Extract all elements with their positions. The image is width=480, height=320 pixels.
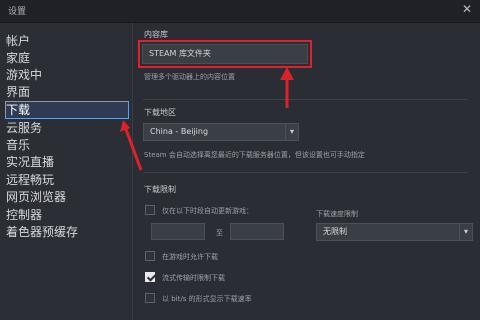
settings-window: 设置 ✕ 帐户 家庭 游戏中 界面 下载 云服务 音乐 实况直播 远程畅玩 网页… <box>0 0 480 320</box>
window-title: 设置 <box>8 7 27 17</box>
library-heading: 内容库 <box>144 30 168 39</box>
red-arrow-icon <box>120 120 143 171</box>
sidebar-item-shader-cache[interactable]: 着色器预缓存 <box>6 224 128 240</box>
sidebar-item-cloud[interactable]: 云服务 <box>6 120 128 136</box>
to-label: 至 <box>216 229 223 237</box>
sidebar-item-music[interactable]: 音乐 <box>6 137 128 153</box>
title-bar: 设置 ✕ <box>0 0 480 23</box>
bandwidth-value: 无限制 <box>323 227 347 236</box>
allow-in-game-label: 在游戏时允许下载 <box>162 253 218 261</box>
sidebar-item-downloads[interactable]: 下载 <box>5 101 129 119</box>
sidebar-item-family[interactable]: 家庭 <box>6 50 128 66</box>
start-time-input[interactable] <box>151 223 205 240</box>
restrictions-heading: 下载限制 <box>144 185 176 194</box>
show-bits-label: 以 bit/s 的形式显示下载速率 <box>162 295 252 303</box>
throttle-streaming-label: 流式传输时限制下载 <box>162 274 225 282</box>
download-region-value: China - Beijing <box>150 127 209 136</box>
region-description: Steam 会自动选择离您最近的下载服务器位置，但该设置也可手动指定 <box>144 151 365 159</box>
only-between-checkbox[interactable] <box>145 205 155 215</box>
end-time-input[interactable] <box>230 223 284 240</box>
red-arrow-icon <box>280 67 294 108</box>
chevron-down-icon: ▾ <box>459 224 472 240</box>
downloads-panel: 内容库 STEAM 库文件夹 管理多个驱动器上的内容位置 下载地区 China … <box>133 23 480 320</box>
sidebar-item-controller[interactable]: 控制器 <box>6 207 128 223</box>
bandwidth-label: 下载速度限制 <box>316 210 358 218</box>
sidebar-item-interface[interactable]: 界面 <box>6 84 128 100</box>
bandwidth-select[interactable]: 无限制 ▾ <box>316 223 473 241</box>
library-description: 管理多个驱动器上的内容位置 <box>144 73 235 81</box>
download-region-select[interactable]: China - Beijing ▾ <box>143 123 299 141</box>
settings-sidebar: 帐户 家庭 游戏中 界面 下载 云服务 音乐 实况直播 远程畅玩 网页浏览器 控… <box>0 23 133 320</box>
only-between-label: 仅在以下时段自动更新游戏： <box>162 207 253 215</box>
divider <box>143 99 468 100</box>
close-icon[interactable]: ✕ <box>460 2 474 16</box>
highlight-box <box>138 40 312 68</box>
region-heading: 下载地区 <box>144 108 176 117</box>
chevron-down-icon: ▾ <box>285 124 298 140</box>
divider <box>143 172 468 173</box>
allow-in-game-checkbox[interactable] <box>145 251 155 261</box>
show-bits-checkbox[interactable] <box>145 293 155 303</box>
sidebar-item-web-browser[interactable]: 网页浏览器 <box>6 189 128 205</box>
sidebar-item-in-game[interactable]: 游戏中 <box>6 67 128 83</box>
sidebar-item-remote-play[interactable]: 远程畅玩 <box>6 172 128 188</box>
sidebar-item-broadcasting[interactable]: 实况直播 <box>6 154 128 170</box>
throttle-streaming-checkbox[interactable] <box>145 272 155 282</box>
sidebar-item-account[interactable]: 帐户 <box>6 33 128 49</box>
